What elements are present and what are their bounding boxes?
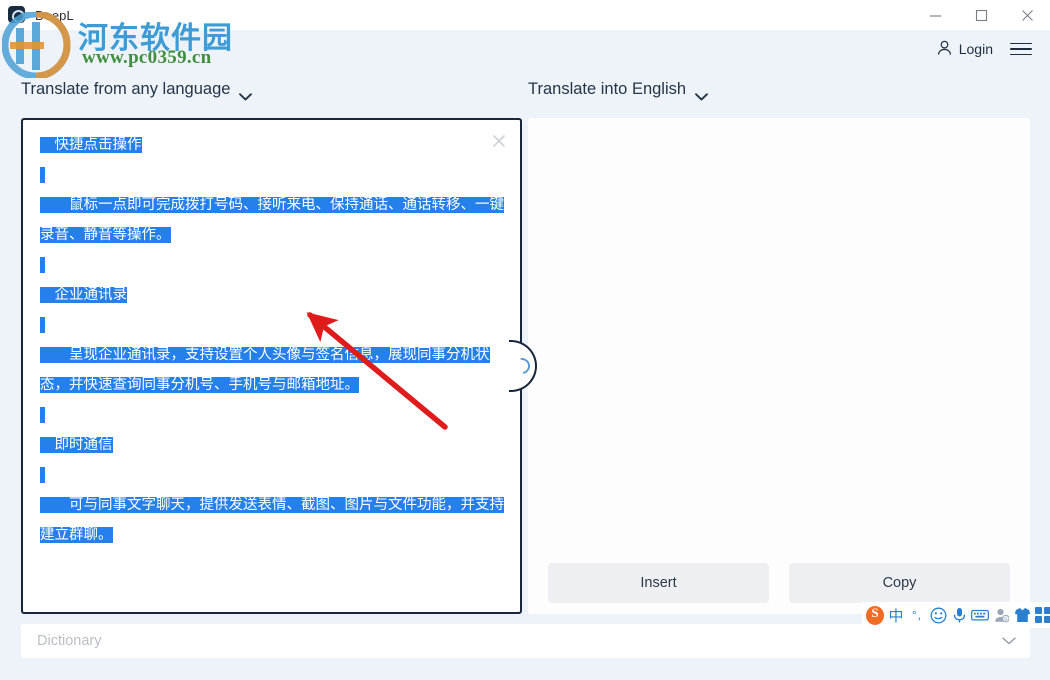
sogou-ime-toolbar[interactable]: 中 °, (862, 602, 1050, 628)
source-paragraph: 鼠标一点即可完成拨打号码、接听来电、保持通话、通话转移、一键录音、静音等操作。 (40, 197, 504, 243)
chevron-down-icon (695, 87, 709, 101)
source-language-label: Translate from any language (21, 80, 231, 98)
skin-icon[interactable] (1013, 603, 1031, 627)
deepl-logo-icon (8, 5, 28, 25)
punctuation-mode-icon[interactable]: °, (908, 603, 926, 627)
chinese-mode-icon[interactable]: 中 (887, 603, 905, 627)
translation-panels: 快捷点击操作 鼠标一点即可完成拨打号码、接听来电、保持通话、通话转移、一键录音、… (0, 118, 1050, 618)
soft-keyboard-icon[interactable] (971, 603, 989, 627)
source-paragraph: 呈现企业通讯录，支持设置个人头像与签名信息，展现同事分机状态，并快速查询同事分机… (40, 347, 490, 393)
source-paragraph: 即时通信 (40, 437, 113, 453)
dictionary-bar[interactable]: Dictionary (21, 624, 1030, 658)
sogou-logo-icon[interactable] (866, 603, 884, 627)
dictionary-placeholder: Dictionary (37, 633, 102, 649)
hamburger-icon[interactable] (1010, 42, 1032, 56)
window-controls (912, 0, 1050, 30)
close-button[interactable] (1004, 0, 1050, 30)
user-icon (937, 40, 952, 59)
target-language-label: Translate into English (528, 80, 687, 98)
source-language-selector[interactable]: Translate from any language (21, 80, 253, 101)
target-language-selector[interactable]: Translate into English (528, 80, 709, 101)
copy-button[interactable]: Copy (789, 563, 1010, 603)
user-account-icon[interactable]: S (992, 603, 1010, 627)
source-paragraph (40, 400, 510, 430)
chevron-down-icon (239, 87, 253, 101)
toolbox-icon[interactable] (1034, 603, 1050, 627)
source-text-panel[interactable]: 快捷点击操作 鼠标一点即可完成拨打号码、接听来电、保持通话、通话转移、一键录音、… (21, 118, 522, 614)
source-paragraph (40, 460, 510, 490)
source-paragraph: 可与同事文字聊天，提供发送表情、截图、图片与文件功能，并支持建立群聊。 (40, 497, 504, 543)
deepl-window: DeepL Login Translate from any language … (0, 0, 1050, 680)
maximize-button[interactable] (958, 0, 1004, 30)
source-paragraph: 快捷点击操作 (40, 137, 142, 153)
loading-spinner-icon (510, 354, 534, 378)
source-paragraph (40, 250, 510, 280)
account-bar: Login (0, 30, 1050, 68)
target-text-panel[interactable]: Insert Copy (528, 118, 1030, 614)
source-paragraph (40, 310, 510, 340)
window-title-bar: DeepL (0, 0, 1050, 30)
emoji-icon[interactable] (929, 603, 947, 627)
voice-input-icon[interactable] (950, 603, 968, 627)
source-paragraph (40, 160, 510, 190)
insert-button[interactable]: Insert (548, 563, 769, 603)
language-selector-row: Translate from any language Translate in… (0, 68, 1050, 118)
source-text-content[interactable]: 快捷点击操作 鼠标一点即可完成拨打号码、接听来电、保持通话、通话转移、一键录音、… (40, 130, 510, 550)
chevron-down-icon[interactable] (1002, 632, 1016, 650)
minimize-button[interactable] (912, 0, 958, 30)
source-paragraph: 企业通讯录 (40, 287, 127, 303)
login-label: Login (958, 41, 993, 57)
login-button[interactable]: Login (937, 40, 993, 59)
svg-text:S: S (1004, 618, 1007, 623)
window-title: DeepL (35, 7, 74, 23)
